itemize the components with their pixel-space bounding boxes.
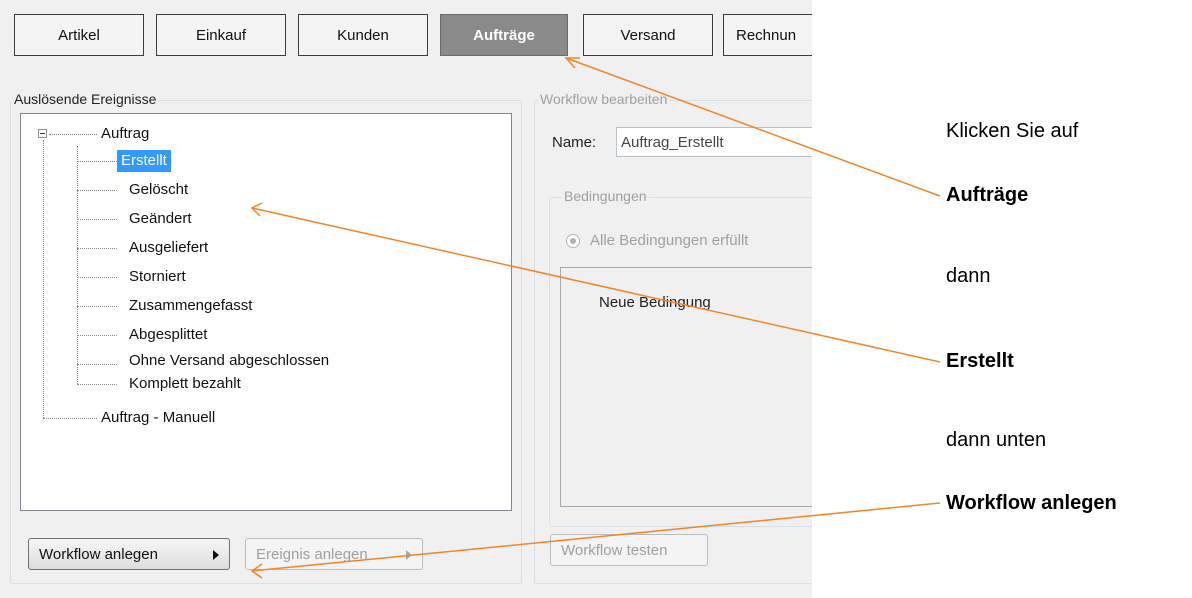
arrow-to-auftraege [564, 57, 941, 197]
arrow-to-workflow-anlegen [250, 502, 941, 579]
arrow-to-erstellt [250, 202, 941, 363]
annotation-arrows [250, 57, 941, 579]
